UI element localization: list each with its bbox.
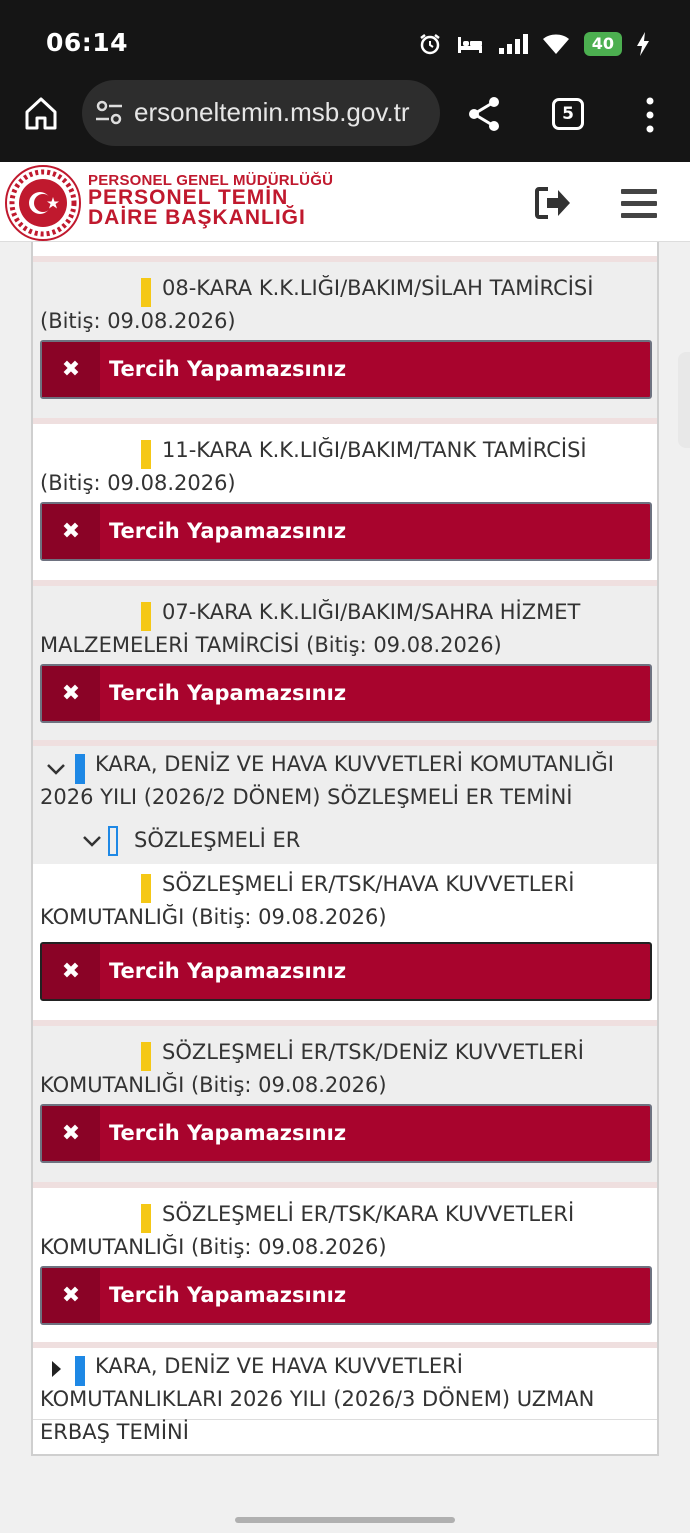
subgroup-marker (108, 826, 118, 856)
tercih-button[interactable]: ✖ Tercih Yapamazsınız (40, 1266, 652, 1325)
item-title: SÖZLEŞMELİ ER/TSK/HAVA KUVVETLERİ KOMUTA… (40, 872, 575, 929)
list-item: 11-KARA K.K.LIĞI/BAKIM/TANK TAMİRCİSİ (B… (33, 418, 657, 580)
address-bar[interactable]: ersoneltemin.msb.gov.tr (82, 80, 440, 146)
gesture-nav-bar[interactable] (235, 1517, 455, 1523)
item-title: SÖZLEŞMELİ ER/TSK/KARA KUVVETLERİ KOMUTA… (40, 1202, 575, 1259)
tercih-button-label: Tercih Yapamazsınız (109, 357, 347, 381)
close-icon: ✖ (42, 666, 100, 721)
msb-emblem-logo[interactable] (4, 164, 82, 242)
page-edge-handle[interactable] (678, 352, 690, 448)
site-header: PERSONEL GENEL MÜDÜRLÜĞÜ PERSONEL TEMİN … (0, 162, 690, 242)
tercih-button[interactable]: ✖ Tercih Yapamazsınız (40, 1104, 652, 1163)
tercih-button[interactable]: ✖ Tercih Yapamazsınız (40, 942, 652, 1001)
close-icon: ✖ (42, 1106, 100, 1161)
sleep-mode-icon (457, 37, 482, 53)
group-header[interactable]: KARA, DENİZ VE HAVA KUVVETLERİ KOMUTANLI… (33, 740, 657, 864)
list-item: SÖZLEŞMELİ ER/TSK/HAVA KUVVETLERİ KOMUTA… (33, 864, 657, 1020)
share-icon[interactable] (466, 95, 502, 133)
hamburger-menu-icon[interactable] (620, 187, 658, 219)
browser-toolbar: ersoneltemin.msb.gov.tr 5 (0, 68, 690, 162)
item-title: 11-KARA K.K.LIĞI/BAKIM/TANK TAMİRCİSİ (B… (40, 438, 587, 495)
close-icon: ✖ (42, 944, 100, 999)
preference-list-panel: 08-KARA K.K.LIĞI/BAKIM/SİLAH TAMİRCİSİ (… (31, 242, 659, 1456)
item-title: 07-KARA K.K.LIĞI/BAKIM/SAHRA HİZMET MALZ… (40, 600, 581, 657)
subgroup-title: SÖZLEŞMELİ ER (134, 828, 301, 852)
wifi-icon (542, 34, 569, 54)
charging-icon (637, 32, 649, 56)
list-item: 08-KARA K.K.LIĞI/BAKIM/SİLAH TAMİRCİSİ (… (33, 256, 657, 418)
status-time: 06:14 (46, 28, 129, 57)
tercih-button[interactable]: ✖ Tercih Yapamazsınız (40, 664, 652, 723)
chevron-down-icon[interactable] (81, 830, 103, 852)
signal-icon (498, 34, 528, 54)
tercih-button-label: Tercih Yapamazsınız (109, 1283, 347, 1307)
collapsed-group-header[interactable]: KARA, DENİZ VE HAVA KUVVETLERİ KOMUTANLI… (33, 1342, 657, 1444)
close-icon: ✖ (42, 1268, 100, 1323)
group-title: KARA, DENİZ VE HAVA KUVVETLERİ KOMUTANLI… (40, 752, 614, 809)
tercih-button[interactable]: ✖ Tercih Yapamazsınız (40, 502, 652, 561)
logo-line3: DAİRE BAŞKANLIĞI (88, 206, 306, 229)
list-item: SÖZLEŞMELİ ER/TSK/DENİZ KUVVETLERİ KOMUT… (33, 1020, 657, 1182)
home-icon[interactable] (22, 94, 60, 132)
tercih-button-label: Tercih Yapamazsınız (109, 1121, 347, 1145)
status-icons: 40 (418, 28, 650, 60)
close-icon: ✖ (42, 504, 100, 559)
alarm-icon (419, 34, 440, 55)
battery-icon: 40 (583, 32, 622, 56)
site-settings-icon[interactable] (94, 99, 124, 127)
tercih-button-label: Tercih Yapamazsınız (109, 519, 347, 543)
close-icon: ✖ (42, 342, 100, 397)
tercih-button[interactable]: ✖ Tercih Yapamazsınız (40, 340, 652, 399)
collapsed-group-title: KARA, DENİZ VE HAVA KUVVETLERİ KOMUTANLI… (40, 1354, 595, 1444)
url-text[interactable]: ersoneltemin.msb.gov.tr (134, 97, 410, 128)
more-vert-icon[interactable] (640, 96, 660, 134)
item-title: SÖZLEŞMELİ ER/TSK/DENİZ KUVVETLERİ KOMUT… (40, 1040, 584, 1097)
logo-line2: PERSONEL TEMİN (88, 186, 289, 209)
tercih-button-label: Tercih Yapamazsınız (109, 959, 347, 983)
tabs-icon[interactable]: 5 (552, 98, 584, 130)
list-item: 07-KARA K.K.LIĞI/BAKIM/SAHRA HİZMET MALZ… (33, 580, 657, 742)
list-item: SÖZLEŞMELİ ER/TSK/KARA KUVVETLERİ KOMUTA… (33, 1182, 657, 1344)
item-title: 08-KARA K.K.LIĞI/BAKIM/SİLAH TAMİRCİSİ (… (40, 276, 594, 333)
logout-icon[interactable] (534, 186, 572, 220)
tercih-button-label: Tercih Yapamazsınız (109, 681, 347, 705)
